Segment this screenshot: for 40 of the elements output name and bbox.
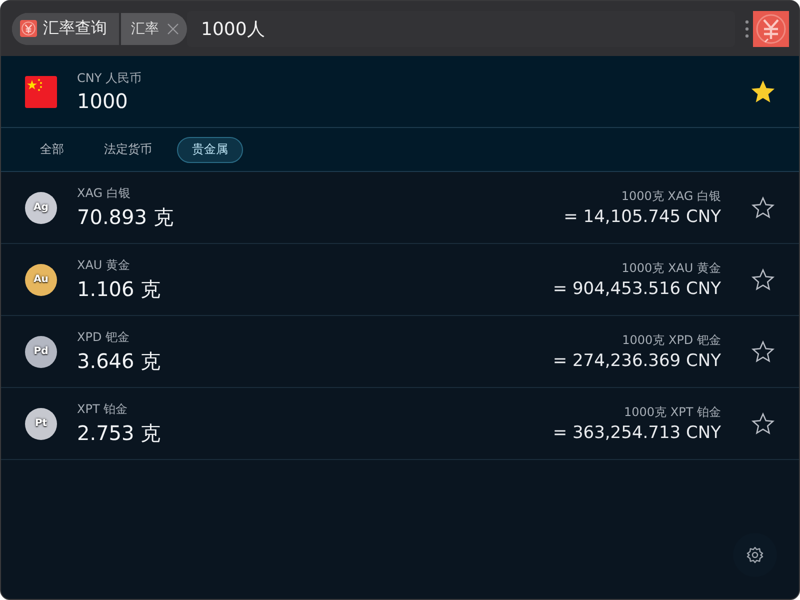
star-icon[interactable] [751,80,775,104]
filter-tab[interactable]: 全部 [25,136,79,162]
rate-value: = 14,105.745 CNY [564,207,721,227]
rate-label: 1000克 XPD 钯金 [622,332,721,349]
currency-name: XAU 黄金 [77,256,132,274]
coin-icon: Pd [25,336,57,368]
more-icon[interactable] [745,18,749,38]
converted-amount: 70.893 克 [77,204,174,230]
plugin-name: 汇率查询 [43,18,107,39]
star-icon[interactable] [751,268,775,292]
filter-tab[interactable]: 法定货币 [89,136,167,162]
coin-icon: Au [25,264,57,296]
rate-label: 1000克 XAG 白银 [621,188,721,205]
star-icon[interactable] [751,340,775,364]
keyword-text: 汇率 [131,20,159,38]
currency-name: CNY 人民币 [77,70,142,87]
settings-icon [745,545,765,565]
converted-amount: 1.106 克 [77,276,162,302]
converted-amount: 3.646 克 [77,348,162,374]
star-icon[interactable] [751,412,775,436]
star-icon[interactable] [751,196,775,220]
converted-amount: 2.753 克 [77,420,162,446]
rate-value: = 274,236.369 CNY [552,351,721,371]
flag-icon [25,76,57,108]
rate-label: 1000克 XPT 铂金 [624,404,721,421]
currency-name: XPT 铂金 [77,400,129,418]
settings-button[interactable] [733,533,777,577]
filter-tab[interactable]: 贵金属 [177,136,243,162]
base-amount: 1000 [77,89,129,113]
currency-name: XPD 钯金 [77,328,131,346]
plugin-tag[interactable]: 汇率查询 [12,12,119,44]
yen-logo-icon [20,20,37,37]
rate-value: = 904,453.516 CNY [552,279,721,299]
coin-icon: Ag [25,192,57,224]
search-input[interactable]: 1000人 [197,14,735,44]
currency-name: XAG 白银 [77,184,132,202]
coin-icon: Pt [25,408,57,440]
rate-value: = 363,254.713 CNY [552,423,721,443]
close-icon[interactable] [167,22,179,34]
rate-label: 1000克 XAU 黄金 [622,260,721,277]
